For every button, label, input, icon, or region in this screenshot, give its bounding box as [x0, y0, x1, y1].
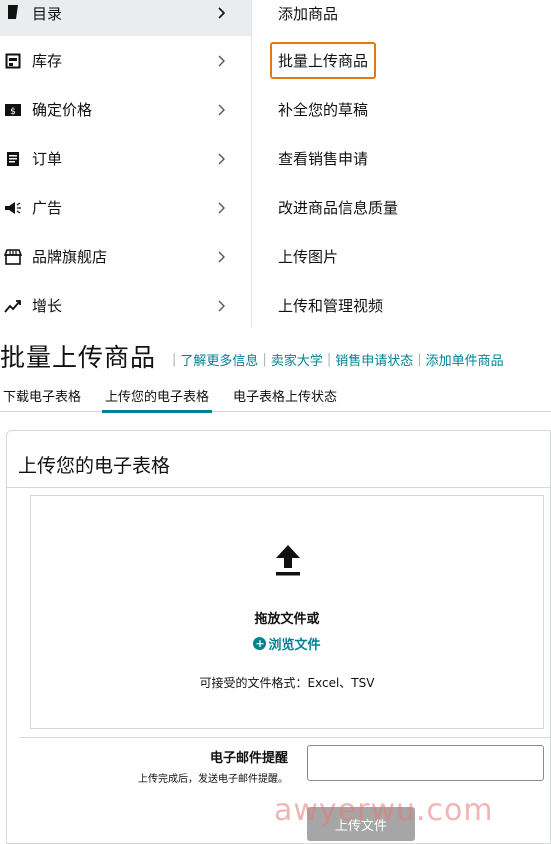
menu-item-growth[interactable]: 增长	[0, 281, 251, 330]
submenu-item-add-product[interactable]: 添加商品	[266, 0, 551, 36]
catalog-icon	[4, 3, 22, 21]
email-field[interactable]	[307, 745, 544, 781]
submenu-item-label: 上传图片	[278, 248, 339, 266]
inventory-icon	[4, 52, 22, 70]
browse-files-link[interactable]: + 浏览文件	[31, 634, 543, 653]
tab-download-spreadsheet[interactable]: 下载电子表格	[0, 384, 84, 412]
menu-item-catalog[interactable]: 目录	[0, 0, 251, 36]
upload-icon	[276, 545, 300, 576]
chevron-right-icon	[218, 202, 225, 213]
menu-item-label: 增长	[32, 297, 63, 315]
megaphone-icon	[4, 199, 22, 217]
card-title: 上传您的电子表格	[18, 455, 171, 477]
plus-circle-icon: +	[253, 637, 267, 650]
navigation-menu: 目录 库存 $ 确定价格 订单 广告 品牌旗舰店 增长 添加商品 批量上传商品 …	[0, 0, 551, 328]
sales-application-status-link[interactable]: 销售申请状态	[335, 350, 413, 369]
chevron-right-icon	[218, 104, 225, 115]
header-links: | 了解更多信息 | 卖家大学 | 销售申请状态 | 添加单件商品	[168, 350, 504, 369]
submenu-item-listing-quality[interactable]: 改进商品信息质量	[266, 183, 551, 232]
orders-icon	[4, 150, 22, 168]
pricing-icon: $	[4, 101, 22, 119]
link-separator: |	[417, 351, 422, 367]
submenu-item-label: 批量上传商品	[270, 42, 377, 79]
chevron-right-icon	[218, 251, 225, 262]
menu-item-inventory[interactable]: 库存	[0, 36, 251, 85]
file-dropzone[interactable]: 拖放文件或 + 浏览文件 可接受的文件格式：Excel、TSV	[30, 495, 544, 729]
email-alert-label: 电子邮件提醒 上传完成后，发送电子邮件提醒。	[138, 747, 288, 785]
email-alert-title: 电子邮件提醒	[209, 751, 288, 766]
divider	[7, 487, 550, 488]
chevron-right-icon	[218, 300, 225, 311]
seller-university-link[interactable]: 卖家大学	[271, 350, 323, 369]
submenu-item-label: 上传和管理视频	[278, 297, 384, 315]
menu-item-advertising[interactable]: 广告	[0, 183, 251, 232]
link-separator: |	[326, 351, 332, 367]
upload-card: 上传您的电子表格 拖放文件或 + 浏览文件 可接受的文件格式：Excel、TSV…	[6, 430, 551, 844]
tab-upload-spreadsheet[interactable]: 上传您的电子表格	[102, 384, 213, 413]
submenu-item-label: 补全您的草稿	[278, 101, 369, 119]
menu-item-label: 订单	[32, 150, 63, 168]
chevron-right-icon	[218, 7, 226, 19]
tab-upload-status[interactable]: 电子表格上传状态	[230, 384, 340, 412]
store-icon	[4, 248, 22, 266]
menu-item-label: 品牌旗舰店	[32, 248, 108, 266]
menu-item-label: 目录	[32, 5, 63, 23]
left-menu: 目录 库存 $ 确定价格 订单 广告 品牌旗舰店 增长	[0, 0, 252, 328]
growth-icon	[4, 297, 22, 315]
menu-item-label: 库存	[32, 52, 63, 70]
menu-item-brand-store[interactable]: 品牌旗舰店	[0, 232, 251, 281]
menu-item-orders[interactable]: 订单	[0, 134, 251, 183]
submenu-item-manage-videos[interactable]: 上传和管理视频	[266, 281, 551, 330]
tab-bar: 下载电子表格 上传您的电子表格 电子表格上传状态	[0, 384, 551, 413]
accepted-formats-text: 可接受的文件格式：Excel、TSV	[199, 676, 375, 690]
menu-item-label: 广告	[32, 199, 63, 217]
watermark: awyerwu.com	[274, 793, 494, 828]
email-alert-hint: 上传完成后，发送电子邮件提醒。	[138, 774, 288, 785]
link-separator: |	[262, 351, 267, 367]
learn-more-link[interactable]: 了解更多信息	[180, 350, 258, 369]
submenu-item-sales-applications[interactable]: 查看销售申请	[266, 134, 551, 183]
page-title: 批量上传商品	[0, 343, 157, 372]
submenu: 添加商品 批量上传商品 补全您的草稿 查看销售申请 改进商品信息质量 上传图片 …	[252, 0, 551, 328]
chevron-right-icon	[218, 55, 225, 66]
divider	[19, 737, 550, 738]
submenu-item-label: 改进商品信息质量	[278, 199, 399, 217]
submenu-item-label: 添加商品	[278, 5, 339, 23]
svg-text:$: $	[10, 107, 16, 117]
submenu-item-label: 查看销售申请	[278, 150, 369, 168]
chevron-right-icon	[218, 153, 225, 164]
submenu-item-upload-images[interactable]: 上传图片	[266, 232, 551, 281]
submenu-item-bulk-upload[interactable]: 批量上传商品	[266, 36, 551, 85]
menu-item-label: 确定价格	[32, 101, 93, 119]
link-separator: |	[172, 351, 177, 367]
browse-files-label: 浏览文件	[268, 638, 321, 653]
drag-drop-text: 拖放文件或	[254, 612, 320, 627]
add-single-product-link[interactable]: 添加单件商品	[426, 350, 504, 369]
submenu-item-complete-drafts[interactable]: 补全您的草稿	[266, 85, 551, 134]
menu-item-pricing[interactable]: $ 确定价格	[0, 85, 251, 134]
page-header: 批量上传商品 | 了解更多信息 | 卖家大学 | 销售申请状态 | 添加单件商品	[0, 336, 551, 376]
